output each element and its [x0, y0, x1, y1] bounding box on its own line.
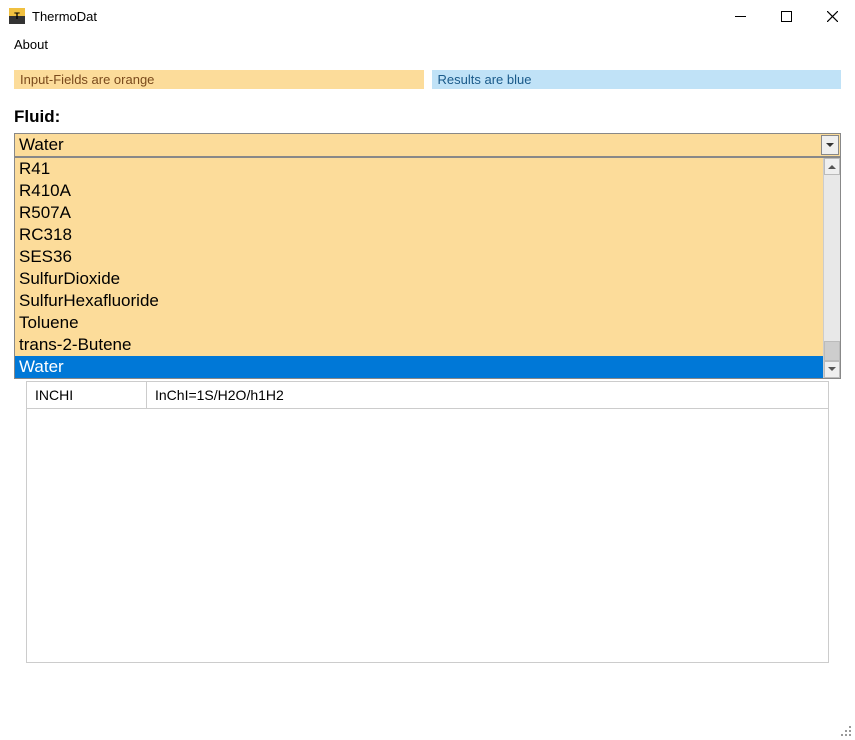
fluid-option[interactable]: R41	[15, 158, 823, 180]
titlebar: T ThermoDat	[0, 0, 855, 32]
window-controls	[717, 0, 855, 32]
fluid-dropdown-items: R41 R410A R507A RC318 SES36 SulfurDioxid…	[15, 158, 823, 378]
inchi-value: InChI=1S/H2O/h1H2	[147, 382, 828, 408]
resize-grip[interactable]	[837, 722, 851, 736]
fluid-selected-text: Water	[19, 135, 64, 155]
menubar: About	[0, 32, 855, 56]
detail-panel	[26, 409, 829, 663]
fluid-label: Fluid:	[14, 107, 841, 127]
dropdown-scrollbar[interactable]	[823, 158, 840, 378]
scroll-up-button[interactable]	[824, 158, 840, 175]
close-icon	[827, 11, 838, 22]
chevron-up-icon	[828, 164, 836, 169]
fluid-dropdown[interactable]: Water R41 R410A R507A RC318 SES36 Sulfur…	[14, 133, 841, 157]
content-area: Input-Fields are orange Results are blue…	[0, 56, 855, 663]
fluid-option[interactable]: R507A	[15, 202, 823, 224]
legend-row: Input-Fields are orange Results are blue	[14, 70, 841, 89]
fluid-dropdown-selected[interactable]: Water	[14, 133, 841, 157]
fluid-option[interactable]: trans-2-Butene	[15, 334, 823, 356]
inchi-row: INCHI InChI=1S/H2O/h1H2	[26, 381, 829, 409]
app-title: ThermoDat	[32, 9, 97, 24]
scroll-down-button[interactable]	[824, 361, 840, 378]
legend-input: Input-Fields are orange	[14, 70, 424, 89]
minimize-button[interactable]	[717, 0, 763, 32]
minimize-icon	[735, 16, 746, 17]
maximize-icon	[781, 11, 792, 22]
close-button[interactable]	[809, 0, 855, 32]
scroll-track[interactable]	[824, 175, 840, 361]
menu-about[interactable]: About	[6, 35, 56, 54]
fluid-option[interactable]: Toluene	[15, 312, 823, 334]
legend-results: Results are blue	[432, 70, 842, 89]
fluid-option[interactable]: SulfurDioxide	[15, 268, 823, 290]
chevron-down-icon[interactable]	[821, 135, 839, 155]
maximize-button[interactable]	[763, 0, 809, 32]
chevron-down-icon	[828, 367, 836, 372]
fluid-detail-area: INCHI InChI=1S/H2O/h1H2	[14, 381, 841, 663]
fluid-option[interactable]: SulfurHexafluoride	[15, 290, 823, 312]
fluid-dropdown-list: R41 R410A R507A RC318 SES36 SulfurDioxid…	[14, 157, 841, 379]
fluid-option[interactable]: R410A	[15, 180, 823, 202]
fluid-option-selected[interactable]: Water	[15, 356, 823, 378]
fluid-option[interactable]: RC318	[15, 224, 823, 246]
fluid-option[interactable]: SES36	[15, 246, 823, 268]
inchi-label: INCHI	[27, 382, 147, 408]
scroll-thumb[interactable]	[824, 341, 840, 361]
app-icon: T	[8, 7, 26, 25]
